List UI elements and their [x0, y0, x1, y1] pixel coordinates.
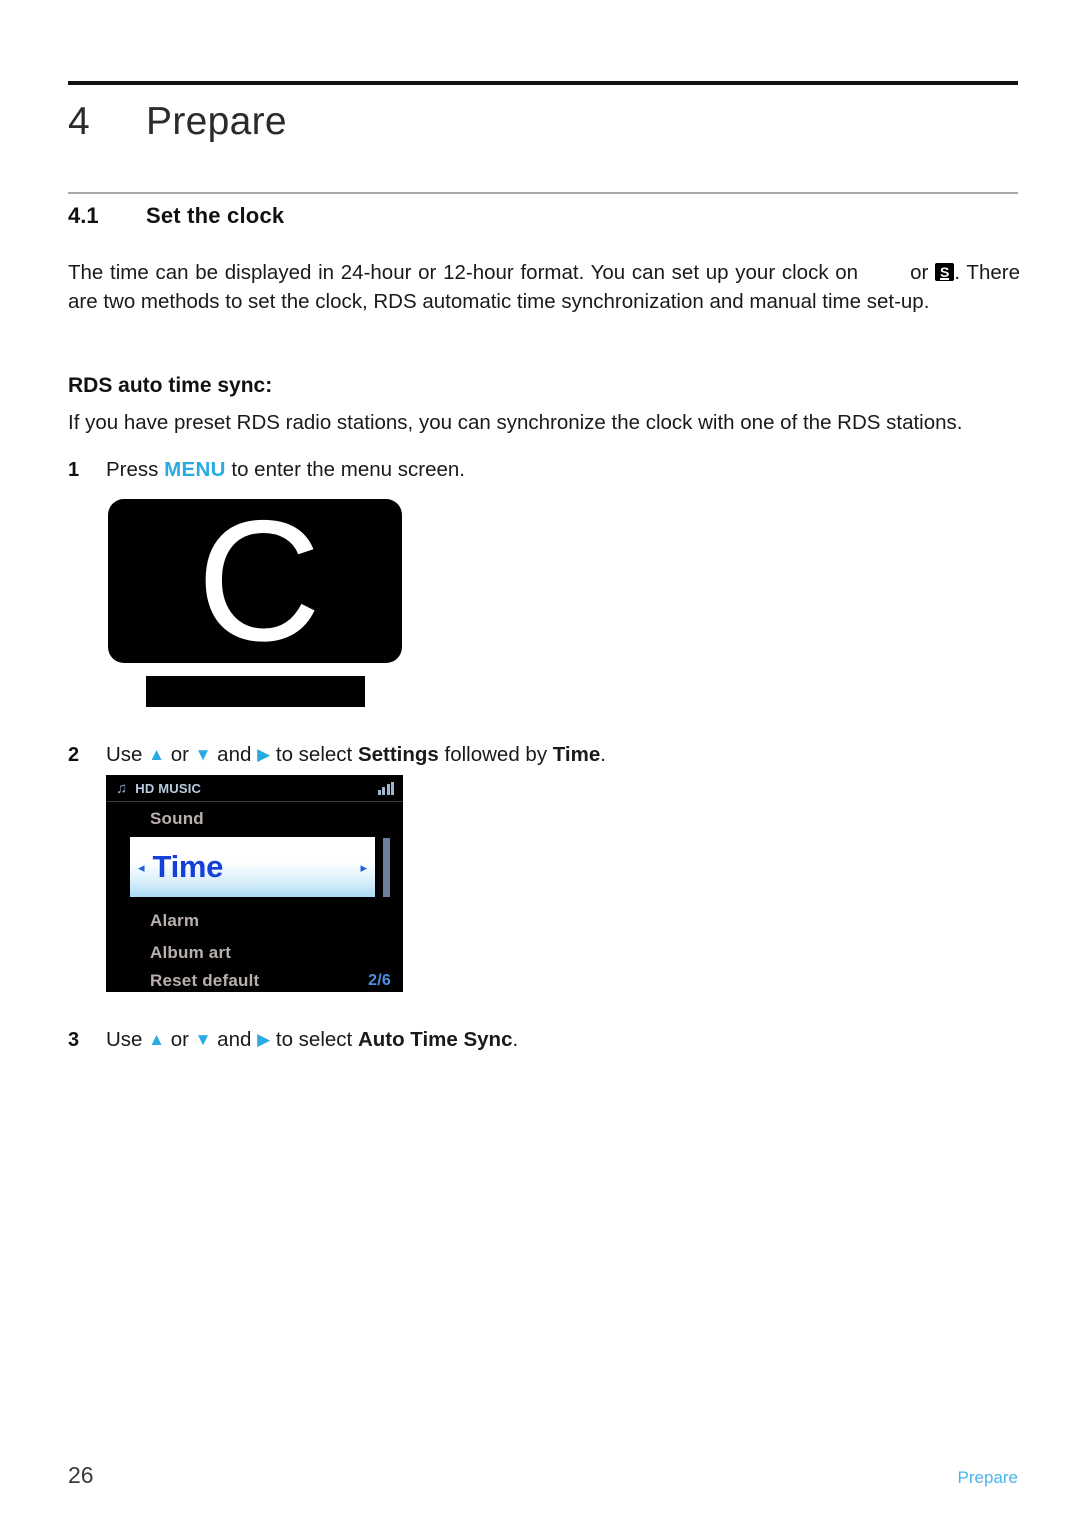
lcd-selected-label: Time — [152, 849, 224, 884]
lcd-menu-item-label: Reset default — [150, 970, 260, 990]
step-2-bold-settings: Settings — [357, 743, 439, 766]
step-2-number: 2 — [68, 744, 80, 766]
down-arrow-icon: ▼ — [194, 745, 212, 764]
intro-paragraph: The time can be displayed in 24-hour or … — [68, 258, 1020, 316]
lcd-source-label: HD MUSIC — [135, 780, 202, 796]
s-badge-letter: S — [940, 264, 950, 280]
step-2-text: Use ▲ or ▼ and ▶ to select Settings foll… — [106, 743, 606, 767]
intro-text-part1: The time can be displayed in 24-hour or … — [68, 261, 859, 284]
intro-or-label: or — [910, 261, 929, 284]
header-rule — [68, 81, 1018, 85]
step-1-number: 1 — [68, 459, 80, 481]
step-1-pre: Press — [106, 458, 159, 481]
menu-key-label: MENU — [164, 458, 226, 481]
step-1: 1 Press MENU to enter the menu screen. — [68, 458, 465, 482]
section-heading: 4.1 Set the clock — [68, 203, 1018, 229]
rds-subheading: RDS auto time sync: — [68, 374, 273, 397]
rds-paragraph: If you have preset RDS radio stations, y… — [68, 411, 963, 434]
step-2: 2 Use ▲ or ▼ and ▶ to select Settings fo… — [68, 743, 606, 767]
step-2-select: to select — [275, 743, 353, 766]
section-number: 4.1 — [68, 203, 99, 228]
chevron-right-icon: ▸ — [360, 859, 367, 875]
right-arrow-icon: ▶ — [257, 1030, 271, 1049]
step-2-use: Use — [106, 743, 143, 766]
up-arrow-icon: ▲ — [148, 1030, 165, 1049]
step-3-or: or — [170, 1028, 189, 1051]
step-3-text: Use ▲ or ▼ and ▶ to select Auto Time Syn… — [106, 1028, 518, 1052]
lcd-menu-item-reset-default[interactable]: Reset default 2/6 — [106, 969, 403, 992]
step-3-end: . — [512, 1028, 519, 1051]
step-2-bold-time: Time — [552, 743, 601, 766]
figure-menu-screen: C — [108, 485, 402, 677]
step-3-use: Use — [106, 1028, 143, 1051]
step-3-select: to select — [275, 1028, 353, 1051]
down-arrow-icon: ▼ — [194, 1030, 212, 1049]
figure-menu-screen-letter: C — [196, 485, 322, 677]
step-1-text: Press MENU to enter the menu screen. — [106, 458, 465, 482]
s-badge-icon: S — [935, 263, 955, 281]
figure-menu-screen-base-bar — [146, 676, 365, 707]
figure-lcd-settings-menu: ♫ HD MUSIC Sound ◂ Time ▸ Alarm Album ar… — [106, 775, 403, 992]
step-2-end: . — [600, 743, 606, 766]
lcd-menu-item-time-selected[interactable]: ◂ Time ▸ — [130, 837, 375, 897]
step-1-post: to enter the menu screen. — [231, 458, 465, 481]
step-3-bold-auto-time-sync: Auto Time Sync — [357, 1028, 513, 1051]
chapter-heading: 4 Prepare — [68, 100, 1018, 144]
music-note-icon: ♫ — [116, 779, 128, 797]
lcd-menu-item-album-art[interactable]: Album art — [106, 937, 403, 969]
lcd-scrollbar[interactable] — [383, 838, 390, 897]
chapter-title: Prepare — [146, 100, 287, 143]
lcd-menu-item-label: Sound — [150, 809, 204, 828]
lcd-page-indicator: 2/6 — [368, 971, 391, 989]
document-page: 4 Prepare 4.1 Set the clock The time can… — [0, 0, 1080, 1527]
step-3-number: 3 — [68, 1029, 80, 1051]
lcd-menu-item-label: Album art — [150, 943, 232, 962]
footer-page-number: 26 — [68, 1462, 94, 1488]
step-3-and: and — [217, 1028, 252, 1051]
footer-section-label: Prepare — [957, 1468, 1018, 1487]
step-3: 3 Use ▲ or ▼ and ▶ to select Auto Time S… — [68, 1028, 518, 1052]
chapter-number: 4 — [68, 100, 91, 143]
section-title: Set the clock — [146, 203, 285, 228]
step-2-mid: followed by — [444, 743, 548, 766]
up-arrow-icon: ▲ — [148, 745, 165, 764]
step-2-and: and — [217, 743, 252, 766]
lcd-menu-item-alarm[interactable]: Alarm — [106, 905, 403, 937]
lcd-menu-item-sound[interactable]: Sound — [106, 803, 403, 835]
chevron-left-icon: ◂ — [138, 859, 145, 875]
section-rule — [68, 192, 1018, 194]
lcd-menu-item-label: Alarm — [150, 911, 200, 930]
lcd-top-bar: ♫ HD MUSIC — [106, 775, 403, 802]
step-2-or: or — [170, 743, 189, 766]
right-arrow-icon: ▶ — [257, 745, 271, 764]
signal-bars-icon — [376, 781, 394, 795]
